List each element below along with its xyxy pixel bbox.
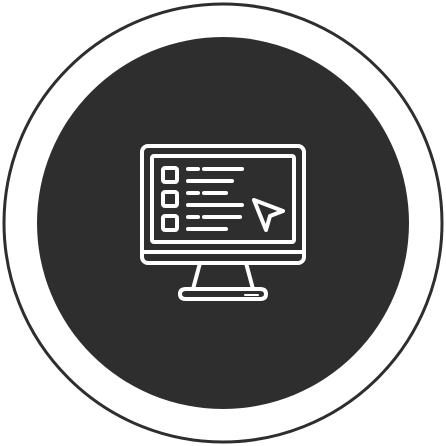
badge-graphic [2, 2, 444, 444]
dark-disc [37, 37, 409, 409]
icon-badge [0, 0, 446, 446]
